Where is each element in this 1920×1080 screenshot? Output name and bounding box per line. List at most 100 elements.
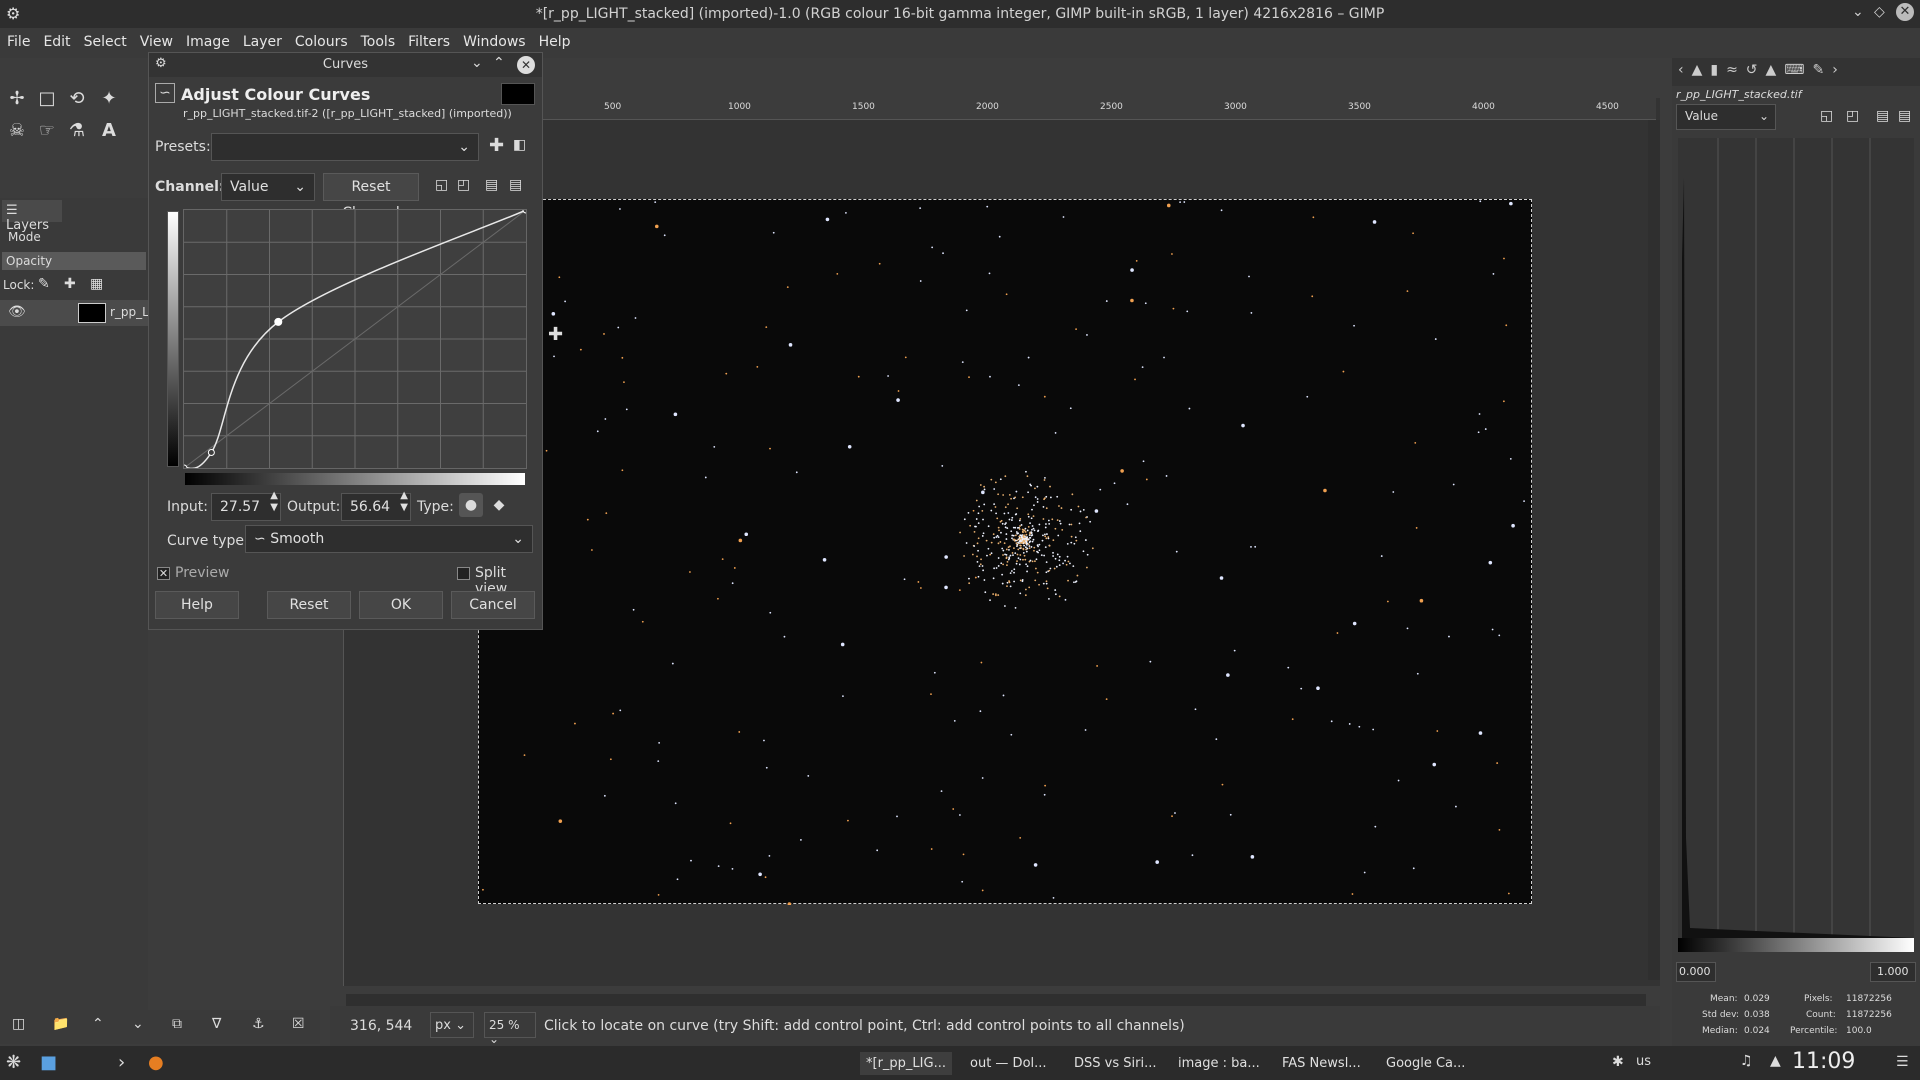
log-curve-icon[interactable]: ◰ xyxy=(457,177,470,193)
bluetooth-icon[interactable]: ✱ xyxy=(1612,1054,1624,1070)
hist-view-icon[interactable]: ▤ xyxy=(1876,108,1889,124)
menu-tools[interactable]: Tools xyxy=(354,28,402,50)
clone-tool-icon[interactable]: ☠ xyxy=(4,120,30,146)
canvas-scrollbar-vertical[interactable] xyxy=(1648,120,1660,980)
menu-edit[interactable]: Edit xyxy=(36,28,76,50)
curve-view1-icon[interactable]: ▤ xyxy=(485,177,498,193)
histogram-graph[interactable] xyxy=(1678,138,1914,938)
layer-mode-label[interactable]: Mode xyxy=(8,230,41,244)
histogram-channel-select[interactable]: Value ⌄ xyxy=(1676,104,1776,130)
menu-help[interactable]: Help xyxy=(532,28,577,50)
add-preset-icon[interactable]: ✚ xyxy=(489,135,504,156)
linear-curve-icon[interactable]: ◱ xyxy=(435,177,448,193)
linear-histogram-icon[interactable]: ◱ xyxy=(1820,108,1833,124)
zoom-select[interactable]: 25 % ⌄ xyxy=(484,1012,536,1046)
taskbar-task[interactable]: DSS vs Siri... xyxy=(1068,1052,1162,1075)
paths-tool-icon[interactable]: ⚗ xyxy=(64,120,90,146)
channel-combo[interactable]: Value ⌄ xyxy=(221,173,315,201)
duplicate-layer-icon[interactable]: ⧉ xyxy=(172,1016,182,1032)
corner-point-type-icon[interactable]: ◆ xyxy=(487,493,511,517)
move-tool-icon[interactable]: ✢ xyxy=(4,88,30,114)
range-low-input[interactable]: 0.000 xyxy=(1676,962,1716,982)
terminal-icon[interactable]: › xyxy=(118,1052,125,1073)
file-manager-icon[interactable]: ■ xyxy=(40,1052,57,1073)
taskbar-task[interactable]: image : ba... xyxy=(1172,1052,1266,1075)
layer-row[interactable]: 👁 r_pp_L xyxy=(0,300,149,326)
menu-file[interactable]: File xyxy=(0,28,36,50)
curve-view2-icon[interactable]: ▤ xyxy=(509,177,522,193)
layer-name[interactable]: r_pp_L xyxy=(110,305,149,319)
menu-colours[interactable]: Colours xyxy=(288,28,354,50)
delete-layer-icon[interactable]: ☒ xyxy=(292,1016,305,1032)
lock-alpha-icon[interactable]: ▦ xyxy=(90,276,103,292)
anchor-layer-icon[interactable]: ⚓ xyxy=(252,1016,265,1032)
curve-control-point[interactable] xyxy=(183,464,188,469)
new-layer-icon[interactable]: ◫ xyxy=(12,1016,25,1032)
maximize-icon[interactable]: ◇ xyxy=(1874,4,1885,20)
hist-view2-icon[interactable]: ▤ xyxy=(1898,108,1911,124)
cancel-button[interactable]: Cancel xyxy=(451,591,535,619)
input-spin[interactable]: 27.57 ▲ ▼ xyxy=(211,490,281,521)
lock-pixels-icon[interactable]: ✎ xyxy=(38,276,50,292)
curve-control-point[interactable] xyxy=(522,209,527,214)
smudge-tool-icon[interactable]: ☞ xyxy=(34,120,60,146)
raise-layer-icon[interactable]: ⌃ xyxy=(92,1016,104,1032)
firefox-icon[interactable]: ● xyxy=(148,1052,164,1073)
minimize-icon[interactable]: ⌄ xyxy=(1852,4,1864,20)
menu-select[interactable]: Select xyxy=(77,28,133,50)
curve-type-combo[interactable]: ∽ Smooth ⌄ xyxy=(245,525,533,553)
close-window-icon[interactable]: ✕ xyxy=(1896,3,1914,21)
taskbar-task[interactable]: out — Dol... xyxy=(964,1052,1053,1075)
dialog-close-icon[interactable]: ✕ xyxy=(517,56,535,74)
lower-layer-icon[interactable]: ⌄ xyxy=(132,1016,144,1032)
unit-select[interactable]: px ⌄ xyxy=(430,1012,474,1038)
visibility-eye-icon[interactable]: 👁 xyxy=(8,304,26,320)
curve-control-point[interactable] xyxy=(274,317,283,326)
volume-icon[interactable]: ♫ xyxy=(1740,1053,1753,1069)
layers-tab[interactable]: ☰ Layers xyxy=(2,200,62,233)
split-view-checkbox[interactable] xyxy=(457,567,470,580)
reset-button[interactable]: Reset xyxy=(267,591,351,619)
taskbar-task[interactable]: Google Ca... xyxy=(1380,1052,1471,1075)
curve-graph[interactable] xyxy=(183,209,527,469)
image-canvas[interactable] xyxy=(478,199,1532,905)
dialog-minimize-icon[interactable]: ⌄ xyxy=(471,55,483,71)
preset-menu-icon[interactable]: ◧ xyxy=(513,137,526,153)
input-spin-arrows-icon[interactable]: ▲ ▼ xyxy=(270,490,278,514)
log-histogram-icon[interactable]: ◰ xyxy=(1846,108,1859,124)
help-button[interactable]: Help xyxy=(155,591,239,619)
canvas-scrollbar-horizontal[interactable] xyxy=(346,994,1646,1006)
lock-position-icon[interactable]: ✚ xyxy=(64,276,76,292)
rect-select-tool-icon[interactable]: □ xyxy=(34,88,60,114)
taskbar-task[interactable]: *[r_pp_LIG... xyxy=(860,1052,952,1075)
tray-expand-icon[interactable]: ▲ xyxy=(1770,1053,1781,1069)
dialog-titlebar[interactable]: ⚙ Curves ⌄ ⌃ ✕ xyxy=(149,53,542,77)
ok-button[interactable]: OK xyxy=(359,591,443,619)
fuzzy-select-tool-icon[interactable]: ✦ xyxy=(96,88,122,114)
show-desktop-icon[interactable]: ☰ xyxy=(1896,1054,1909,1070)
lasso-tool-icon[interactable]: ⟲ xyxy=(64,88,90,114)
ruler-horizontal[interactable]: 500 1000 1500 2000 2500 3000 3500 4000 4500 xyxy=(536,98,1656,120)
output-spin[interactable]: 56.64 ▲ ▼ xyxy=(341,490,411,521)
reset-channel-button[interactable]: Reset Channel xyxy=(323,173,419,221)
preview-checkbox[interactable]: ✕ xyxy=(157,567,170,580)
text-tool-icon[interactable]: A xyxy=(96,120,122,146)
menu-windows[interactable]: Windows xyxy=(456,28,532,50)
menu-layer[interactable]: Layer xyxy=(236,28,288,50)
merge-layer-icon[interactable]: ∇ xyxy=(212,1016,221,1032)
menu-image[interactable]: Image xyxy=(179,28,236,50)
output-spin-arrows-icon[interactable]: ▲ ▼ xyxy=(400,490,408,514)
curve-control-point[interactable] xyxy=(207,449,215,457)
presets-combo[interactable]: ⌄ xyxy=(211,133,479,161)
menu-filters[interactable]: Filters xyxy=(401,28,456,50)
menu-view[interactable]: View xyxy=(133,28,179,50)
taskbar-task[interactable]: FAS Newsl... xyxy=(1276,1052,1367,1075)
smooth-point-type-icon[interactable]: ● xyxy=(459,493,483,517)
clock[interactable]: 11:09 xyxy=(1792,1049,1855,1074)
dialog-maximize-icon[interactable]: ⌃ xyxy=(493,55,505,71)
start-menu-icon[interactable]: ❋ xyxy=(6,1052,21,1073)
keyboard-locale[interactable]: us xyxy=(1636,1054,1651,1069)
new-group-icon[interactable]: 📁 xyxy=(52,1016,69,1032)
layer-opacity-bar[interactable]: Opacity xyxy=(2,252,146,270)
range-high-input[interactable]: 1.000 xyxy=(1870,962,1916,982)
